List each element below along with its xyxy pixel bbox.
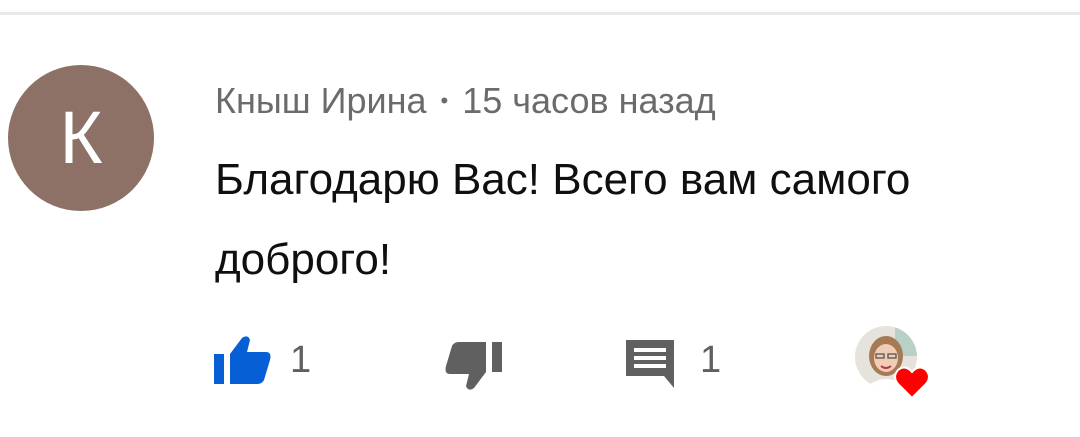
meta-separator: • (440, 88, 449, 113)
comment-actions: 1 1 (0, 320, 1080, 400)
like-count: 1 (290, 339, 312, 381)
heart-icon (894, 366, 930, 400)
reply-button[interactable] (622, 336, 678, 388)
comment-icon (626, 340, 674, 388)
reply-count: 1 (700, 339, 722, 381)
avatar-letter: К (59, 96, 103, 179)
avatar[interactable]: К (8, 65, 154, 211)
top-divider (0, 12, 1080, 15)
comment-text: Благодарю Вас! Всего вам самого доброго! (215, 155, 911, 284)
like-button[interactable] (212, 334, 272, 386)
creator-heart (855, 326, 935, 402)
author-name[interactable]: Кныш Ирина (215, 80, 427, 122)
thumbs-down-icon (445, 342, 502, 390)
thumbs-up-icon (214, 336, 271, 384)
dislike-button[interactable] (444, 340, 504, 392)
comment-timestamp: 15 часов назад (462, 80, 716, 121)
comment-meta: Кныш Ирина • 15 часов назад (215, 78, 716, 124)
